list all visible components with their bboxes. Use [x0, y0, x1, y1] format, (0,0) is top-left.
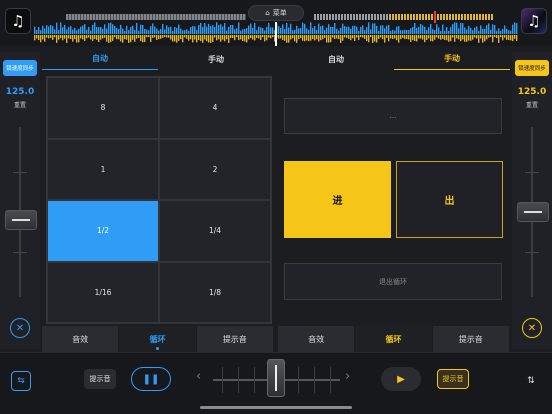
loop-size-button[interactable]: 2: [159, 138, 271, 200]
right-tab-loop[interactable]: 循环: [355, 326, 432, 352]
close-icon: ✕: [15, 322, 25, 334]
eq-sliders-icon: ⇆: [17, 376, 25, 386]
left-tab-cue[interactable]: 提示音: [196, 326, 273, 352]
loop-size-button[interactable]: 1: [47, 138, 159, 200]
loop-size-grid: 8 4 1 2 1/2 1/4 1/16 1/8: [46, 76, 272, 324]
menu-label: 菜单: [272, 9, 287, 17]
right-track-cover[interactable]: ♫: [521, 8, 547, 34]
right-play-button[interactable]: ▶: [381, 367, 421, 391]
loop-size-button-selected[interactable]: 1/2: [47, 200, 159, 262]
crossfader-handle[interactable]: [267, 359, 285, 397]
right-pitch-slider[interactable]: [517, 202, 549, 222]
manual-loop-display: ...: [284, 98, 502, 134]
loop-size-button[interactable]: 1/4: [159, 200, 271, 262]
left-pitch-strip: 锁速度同步 125.0 重置 ✕: [0, 52, 40, 349]
pause-icon: ❚❚: [142, 373, 160, 385]
home-indicator: [200, 406, 352, 409]
right-bpm: 125.0: [517, 87, 547, 97]
right-bottom-tabs: 音效 循环 提示音: [278, 326, 510, 352]
left-close-button[interactable]: ✕: [10, 318, 30, 338]
right-deck-panel: 自动 手动 ... 进 出 退出循环 音效 循环 提示音: [278, 46, 510, 352]
left-pause-button[interactable]: ❚❚: [131, 367, 171, 391]
loop-size-button[interactable]: 1/8: [159, 261, 271, 323]
home-icon: ⌂: [265, 9, 270, 17]
crossfader-right-chevron-icon[interactable]: ›: [345, 369, 350, 384]
pitch-tick: [13, 172, 27, 173]
right-tab-effects[interactable]: 音效: [278, 326, 355, 352]
left-waveform-overview[interactable]: [66, 14, 246, 20]
right-reset-button[interactable]: 重置: [512, 100, 552, 109]
left-tab-auto[interactable]: 自动: [42, 48, 158, 70]
dj-app: ♫ ♫ ⌂ 菜单 锁速度同步 125.0 重置 ✕ 锁速度同步 125.0 重置…: [0, 0, 552, 414]
close-icon: ✕: [527, 322, 537, 334]
pitch-tick: [525, 172, 539, 173]
left-reset-button[interactable]: 重置: [0, 100, 40, 109]
loop-size-button[interactable]: 8: [47, 77, 159, 139]
pitch-tick: [525, 252, 539, 253]
crossfader-tick: [222, 367, 223, 393]
right-sync-button[interactable]: 锁速度同步: [515, 60, 549, 76]
left-tab-effects[interactable]: 音效: [42, 326, 119, 352]
music-note-icon: ♫: [11, 12, 25, 30]
left-sync-button[interactable]: 锁速度同步: [3, 60, 37, 76]
left-cue-button[interactable]: 提示音: [84, 369, 116, 389]
left-eq-button[interactable]: ⇆: [11, 371, 31, 391]
right-tab-manual[interactable]: 手动: [394, 48, 510, 70]
music-note-icon: ♫: [527, 12, 541, 30]
loop-size-button[interactable]: 1/16: [47, 261, 159, 323]
crossfader-tick: [238, 367, 239, 393]
crossfader-tick: [330, 367, 331, 393]
pitch-tick: [13, 252, 27, 253]
crossfader-left-chevron-icon[interactable]: ‹: [196, 369, 201, 384]
left-track-cover[interactable]: ♫: [5, 8, 31, 34]
eq-sliders-icon: ⇅: [527, 376, 535, 386]
menu-button[interactable]: ⌂ 菜单: [248, 5, 304, 21]
playhead: [275, 22, 277, 46]
transport-bar: ⇆ 提示音 ❚❚ ‹ › ▶ 提示音 ⇅: [0, 352, 552, 414]
crossfader-tick: [254, 367, 255, 393]
crossfader-tick: [314, 367, 315, 393]
right-pitch-strip: 锁速度同步 125.0 重置 ✕: [512, 52, 552, 349]
left-deck-panel: 自动 手动 8 4 1 2 1/2 1/4 1/16 1/8 音效 循环 提示音: [42, 46, 274, 352]
left-bpm: 125.0: [5, 87, 35, 97]
play-icon: ▶: [397, 373, 405, 385]
left-tab-loop[interactable]: 循环: [119, 326, 196, 352]
crossfader-tick: [298, 367, 299, 393]
right-close-button[interactable]: ✕: [522, 318, 542, 338]
right-tab-cue[interactable]: 提示音: [432, 326, 509, 352]
left-pitch-slider[interactable]: [5, 210, 37, 230]
right-eq-button[interactable]: ⇅: [521, 371, 541, 391]
right-cue-button[interactable]: 提示音: [437, 369, 469, 389]
right-waveform-overview[interactable]: [314, 14, 494, 20]
loop-out-button[interactable]: 出: [396, 161, 503, 238]
loop-in-button[interactable]: 进: [284, 161, 391, 238]
exit-loop-button[interactable]: 退出循环: [284, 263, 502, 300]
left-bottom-tabs: 音效 循环 提示音: [42, 326, 274, 352]
loop-size-button[interactable]: 4: [159, 77, 271, 139]
right-tab-auto[interactable]: 自动: [278, 48, 394, 70]
left-tab-manual[interactable]: 手动: [158, 48, 274, 70]
